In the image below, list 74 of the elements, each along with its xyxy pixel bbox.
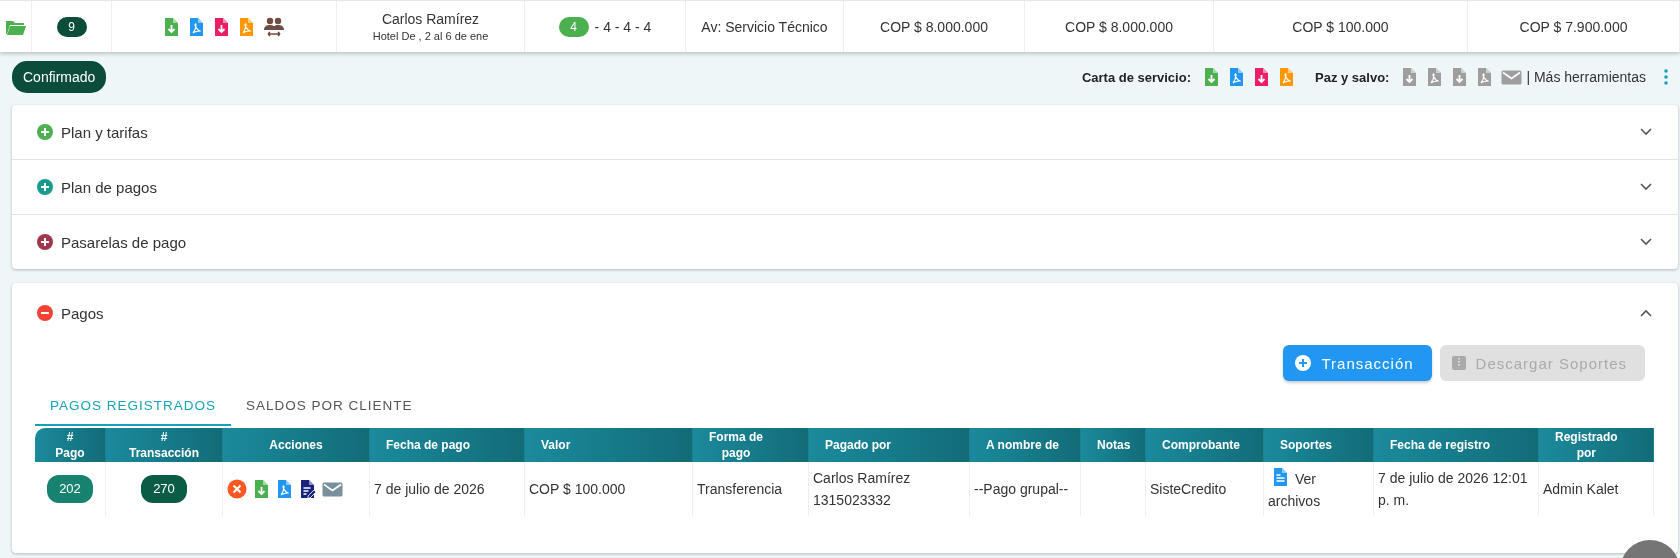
service-letter-label: Carta de servicio:: [1081, 69, 1191, 85]
section-header[interactable]: Plan y tarifas: [12, 105, 1678, 160]
table-cell-text: Carlos Ramírez 1315023332: [813, 469, 912, 510]
pdf-icon[interactable]: [1426, 67, 1444, 87]
chevron-down-icon[interactable]: [1640, 128, 1652, 136]
plus-icon: [1295, 355, 1312, 371]
chevron-down-icon[interactable]: [1640, 183, 1652, 191]
chevron-down-icon[interactable]: [1640, 238, 1652, 246]
table-cell-text: 7 de julio de 2026: [374, 480, 485, 499]
amount: COP $ 8.000.000: [880, 18, 988, 35]
download-file-icon[interactable]: [163, 16, 180, 37]
column-header: Acciones: [223, 428, 370, 462]
column-header: Forma de pago: [693, 428, 809, 462]
table-cell-text: Transferencia: [697, 480, 783, 499]
tab[interactable]: SALDOS POR CLIENTE: [231, 386, 428, 426]
count-badge: 9: [56, 16, 87, 37]
download-file-icon[interactable]: [1203, 67, 1220, 87]
column-header: A nombre de: [970, 428, 1081, 462]
amount: COP $ 100.000: [1292, 18, 1389, 35]
pdf-icon[interactable]: [188, 16, 205, 37]
kebab-menu-icon[interactable]: [1664, 69, 1668, 85]
section-title: Pasarelas de pago: [61, 233, 188, 251]
chevron-up-icon[interactable]: [1640, 309, 1652, 317]
mail-icon[interactable]: [1501, 68, 1523, 86]
column-header: # Transacción: [106, 428, 223, 462]
archive-icon: [1451, 356, 1466, 370]
status-badge: Confirmado: [12, 61, 107, 93]
column-header: Soportes: [1264, 428, 1374, 462]
section-title: Plan de pagos: [61, 178, 158, 196]
rooms-text: - 4 - 4 - 4: [594, 18, 652, 35]
table-cell-text: SisteCredito: [1150, 480, 1227, 499]
column-header: Pagado por: [809, 428, 970, 462]
id-badge: 270: [141, 475, 187, 503]
more-tools-link[interactable]: | Más herramientas: [1526, 69, 1646, 85]
column-header: Registrado por: [1539, 428, 1654, 462]
section-header[interactable]: Pasarelas de pago: [12, 215, 1678, 269]
edit-document-icon[interactable]: [299, 479, 316, 499]
section-title: Pagos: [61, 304, 105, 322]
client-name: Carlos Ramírez: [381, 11, 480, 27]
table-cell-text: COP $ 100.000: [529, 480, 626, 499]
section-header[interactable]: Plan de pagos: [12, 160, 1678, 215]
download-file-icon[interactable]: [1401, 67, 1419, 87]
amount: COP $ 8.000.000: [1065, 18, 1173, 35]
column-header: Valor: [525, 428, 693, 462]
clearance-label: Paz y salvo:: [1315, 69, 1390, 85]
column-header: Comprobante: [1146, 428, 1264, 462]
cancel-icon[interactable]: [227, 479, 247, 499]
column-header: Notas: [1081, 428, 1146, 462]
pdf-icon[interactable]: [1278, 67, 1295, 87]
pdf-icon[interactable]: [276, 479, 293, 499]
group-icon[interactable]: [263, 16, 285, 37]
folder-icon[interactable]: [5, 18, 26, 35]
pdf-icon[interactable]: [1476, 67, 1494, 87]
section-header[interactable]: Pagos: [12, 283, 1678, 343]
advisor: Av: Servicio Técnico: [701, 18, 828, 35]
rooms-badge: 4: [558, 16, 589, 37]
download-file-icon[interactable]: [213, 16, 230, 37]
id-badge: 202: [47, 475, 93, 503]
column-header: Fecha de pago: [370, 428, 525, 462]
download-file-icon[interactable]: [1451, 67, 1469, 87]
table-cell-text: --Pago grupal--: [974, 480, 1069, 499]
pdf-icon[interactable]: [1228, 67, 1245, 87]
section-title: Plan y tarifas: [61, 123, 149, 141]
download-file-icon[interactable]: [253, 479, 270, 499]
download-file-icon[interactable]: [1253, 67, 1270, 87]
view-files-link[interactable]: Ver archivos: [1268, 466, 1369, 512]
column-header: # Pago: [35, 428, 106, 462]
pdf-icon[interactable]: [238, 16, 255, 37]
table-cell-text: Admin Kalet: [1543, 480, 1619, 499]
table-cell-text: 7 de julio de 2026 12:01 p. m.: [1378, 469, 1529, 510]
client-detail: Hotel De , 2 al 6 de ene: [372, 30, 489, 42]
column-header: Fecha de registro: [1374, 428, 1539, 462]
amount: COP $ 7.900.000: [1519, 18, 1628, 35]
document-icon[interactable]: [1272, 466, 1289, 487]
